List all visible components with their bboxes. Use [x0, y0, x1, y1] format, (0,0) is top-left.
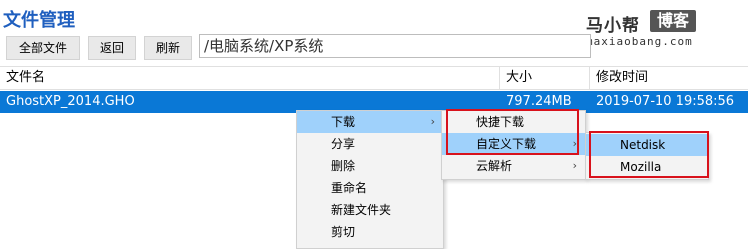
path-input[interactable]: /电脑系统/XP系统: [199, 34, 591, 58]
site-logo: 马小帮 博客 maxiaobang.com: [586, 10, 746, 49]
menu-item-download[interactable]: 下载 ›: [297, 111, 443, 133]
menu-item-label: 新建文件夹: [331, 203, 392, 217]
chevron-right-icon: ›: [430, 115, 435, 128]
logo-badge: 博客: [650, 10, 696, 32]
annotation-highlight-box: [446, 109, 579, 155]
menu-item-new-folder[interactable]: 新建文件夹: [297, 199, 443, 221]
menu-item-cut[interactable]: 剪切: [297, 221, 443, 243]
menu-item-label: 下载: [331, 115, 356, 129]
logo-brand: 马小帮: [586, 16, 640, 36]
column-header-size[interactable]: 大小: [506, 67, 532, 89]
annotation-highlight-box: [589, 131, 709, 178]
table-header: 文件名 大小 修改时间: [0, 66, 748, 90]
column-divider: [589, 67, 590, 89]
submenu-item-cloud-parse[interactable]: 云解析 ›: [442, 155, 585, 177]
menu-item-share[interactable]: 分享: [297, 133, 443, 155]
refresh-button[interactable]: 刷新: [144, 36, 192, 60]
file-modified-cell: 2019-07-10 19:58:56: [596, 94, 735, 109]
chevron-right-icon: ›: [572, 159, 577, 172]
menu-item-label: 剪切: [331, 225, 356, 239]
menu-item-label: 云解析: [476, 159, 513, 173]
menu-item-label: 重命名: [331, 181, 368, 195]
menu-item-rename[interactable]: 重命名: [297, 177, 443, 199]
menu-item-label: 分享: [331, 137, 356, 151]
all-files-button[interactable]: 全部文件: [6, 36, 80, 60]
page-title: 文件管理: [3, 10, 75, 31]
column-header-name[interactable]: 文件名: [6, 67, 45, 89]
logo-domain: maxiaobang.com: [586, 35, 693, 48]
context-menu: 下载 › 分享 删除 重命名 新建文件夹 剪切: [296, 110, 444, 249]
column-header-modified[interactable]: 修改时间: [596, 67, 648, 89]
file-name-cell: GhostXP_2014.GHO: [6, 94, 135, 109]
column-divider: [499, 67, 500, 89]
back-button[interactable]: 返回: [88, 36, 136, 60]
menu-item-delete[interactable]: 删除: [297, 155, 443, 177]
menu-item-label: 删除: [331, 159, 356, 173]
